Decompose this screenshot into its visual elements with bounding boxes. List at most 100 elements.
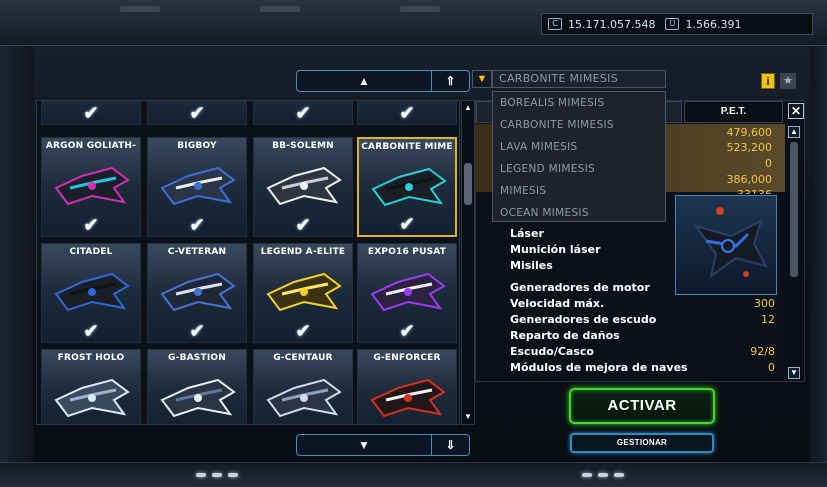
- scroll-down-arrow-icon[interactable]: ▼: [788, 367, 800, 379]
- activate-button[interactable]: ACTIVAR: [569, 388, 715, 424]
- frame-bottom: [0, 462, 827, 487]
- ship-icon: [266, 166, 342, 206]
- page-down-button[interactable]: ⇓: [431, 435, 469, 455]
- close-icon[interactable]: ✕: [788, 103, 804, 119]
- stat-label: Láser: [510, 227, 544, 240]
- credits-value: 15.171.057.548: [568, 17, 656, 31]
- scroll-up-arrow-icon[interactable]: ▲: [463, 103, 473, 113]
- stat-top-value: 33136: [672, 188, 772, 194]
- ship-preview-art: [693, 207, 768, 279]
- status-led: [582, 473, 592, 477]
- checkmark-icon: ✔: [189, 103, 205, 123]
- ship-tile[interactable]: ✔: [147, 101, 247, 125]
- ship-icon: [160, 378, 236, 418]
- ship-grid-scrollbar[interactable]: ▲ ▼: [461, 100, 475, 425]
- ship-icon: [54, 272, 130, 312]
- stat-value: 0: [768, 361, 775, 374]
- uridium-display: U 1.566.391: [665, 18, 741, 31]
- dropdown-option[interactable]: MIMESIS: [493, 180, 665, 202]
- design-dropdown-list: BOREALIS MIMESIS CARBONITE MIMESIS LAVA MI…: [492, 91, 666, 222]
- page-up-button[interactable]: ⇑: [431, 71, 469, 91]
- uridium-value: 1.566.391: [685, 17, 742, 31]
- checkmark-icon: ✔: [83, 215, 99, 235]
- ship-icon: [160, 272, 236, 312]
- scroll-up-arrow-icon[interactable]: ▲: [788, 126, 800, 138]
- frame-rivet: [120, 6, 160, 12]
- dropdown-option[interactable]: LAVA MIMESIS: [493, 136, 665, 158]
- stat-label: Generadores de escudo: [510, 313, 657, 326]
- frame-rivet: [400, 6, 440, 12]
- ship-tile[interactable]: ARGON GOLIATH- ✔: [41, 137, 141, 237]
- ship-icon: [371, 167, 447, 207]
- dropdown-option[interactable]: LEGEND MIMESIS: [493, 158, 665, 180]
- ship-icon: [54, 378, 130, 418]
- scroll-down-button[interactable]: ▼: [297, 435, 431, 455]
- ship-tile[interactable]: CITADEL ✔: [41, 243, 141, 343]
- info-icon[interactable]: i: [761, 73, 775, 89]
- scroll-up-button[interactable]: ▲: [297, 71, 431, 91]
- stat-label: Misiles: [510, 259, 553, 272]
- status-led: [212, 473, 222, 477]
- double-chevron-down-icon: ⇓: [445, 438, 456, 452]
- ship-icon: [266, 272, 342, 312]
- frame-right: [810, 46, 827, 487]
- stat-top-value: 479,600: [726, 126, 773, 139]
- ship-name: G-CENTAUR: [273, 353, 333, 363]
- ship-tile[interactable]: C-VETERAN ✔: [147, 243, 247, 343]
- scrollbar-thumb[interactable]: [464, 163, 472, 205]
- checkmark-icon: ✔: [189, 215, 205, 235]
- ship-name: ARGON GOLIATH-: [45, 141, 137, 151]
- stat-label: Munición láser: [510, 243, 601, 256]
- ship-tile[interactable]: BIGBOY ✔: [147, 137, 247, 237]
- ship-name: LEGEND A-ELITE: [260, 247, 346, 257]
- ship-tile[interactable]: G-ENFORCER: [357, 349, 457, 424]
- stat-top-value: 0: [765, 157, 772, 170]
- frame-left: [0, 46, 34, 487]
- dropdown-option[interactable]: OCEAN MIMESIS: [493, 202, 665, 224]
- tab-pet[interactable]: P.E.T.: [684, 101, 783, 123]
- dropdown-option[interactable]: BOREALIS MIMESIS: [493, 92, 665, 114]
- ship-tile[interactable]: ✔: [41, 101, 141, 125]
- stats-scrollbar[interactable]: ▲ ▼: [786, 124, 802, 381]
- ship-tile[interactable]: CARBONITE MIME ✔: [357, 137, 457, 237]
- uridium-icon: U: [665, 18, 680, 30]
- checkmark-icon: ✔: [189, 321, 205, 341]
- checkmark-icon: ✔: [295, 215, 311, 235]
- ship-tile[interactable]: EXPO16 PUSAT ✔: [357, 243, 457, 343]
- credits-display: C 15.171.057.548: [548, 18, 655, 31]
- stat-top-value: 386,000: [726, 173, 773, 186]
- ship-tile[interactable]: FROST HOLO: [41, 349, 141, 424]
- ship-name: EXPO16 PUSAT: [367, 247, 447, 257]
- checkmark-icon: ✔: [399, 321, 415, 341]
- scrollbar-thumb[interactable]: [790, 142, 798, 277]
- ship-grid: ✔ ✔ ✔ ✔ ARGON GOLIATH- ✔ BIGBOY ✔ BB-SOLEMN ✔ CARB…: [36, 100, 460, 425]
- scroll-down-arrow-icon[interactable]: ▼: [463, 412, 473, 422]
- ship-tile[interactable]: ✔: [357, 101, 457, 125]
- credits-icon: C: [548, 18, 562, 30]
- double-chevron-up-icon: ⇑: [445, 74, 456, 88]
- ship-tile[interactable]: ✔: [253, 101, 353, 125]
- design-dropdown[interactable]: CARBONITE MIMESIS: [492, 70, 666, 88]
- currency-panel: C 15.171.057.548 U 1.566.391: [541, 13, 813, 35]
- ship-name: CARBONITE MIME: [361, 142, 453, 152]
- ship-tile[interactable]: G-BASTION: [147, 349, 247, 424]
- ship-tile[interactable]: BB-SOLEMN ✔: [253, 137, 353, 237]
- ship-name: C-VETERAN: [167, 247, 227, 257]
- ship-name: BIGBOY: [177, 141, 217, 151]
- ship-name: FROST HOLO: [57, 353, 125, 363]
- stat-label: Reparto de daños: [510, 329, 620, 342]
- ship-grid-nav-top: ▲ ⇑: [296, 70, 470, 92]
- ship-tile[interactable]: G-CENTAUR: [253, 349, 353, 424]
- dropdown-option[interactable]: CARBONITE MIMESIS: [493, 114, 665, 136]
- stat-label: Escudo/Casco: [510, 345, 594, 358]
- ship-name: CITADEL: [69, 247, 113, 257]
- stat-label: Módulos de mejora de naves: [510, 361, 688, 374]
- design-dropdown-toggle[interactable]: ▼: [472, 70, 492, 88]
- star-icon[interactable]: ★: [780, 73, 796, 89]
- ship-tile[interactable]: LEGEND A-ELITE ✔: [253, 243, 353, 343]
- status-led: [196, 473, 206, 477]
- status-led: [614, 473, 624, 477]
- manage-button[interactable]: GESTIONAR: [570, 433, 714, 453]
- checkmark-icon: ✔: [83, 103, 99, 123]
- ship-icon: [54, 166, 130, 206]
